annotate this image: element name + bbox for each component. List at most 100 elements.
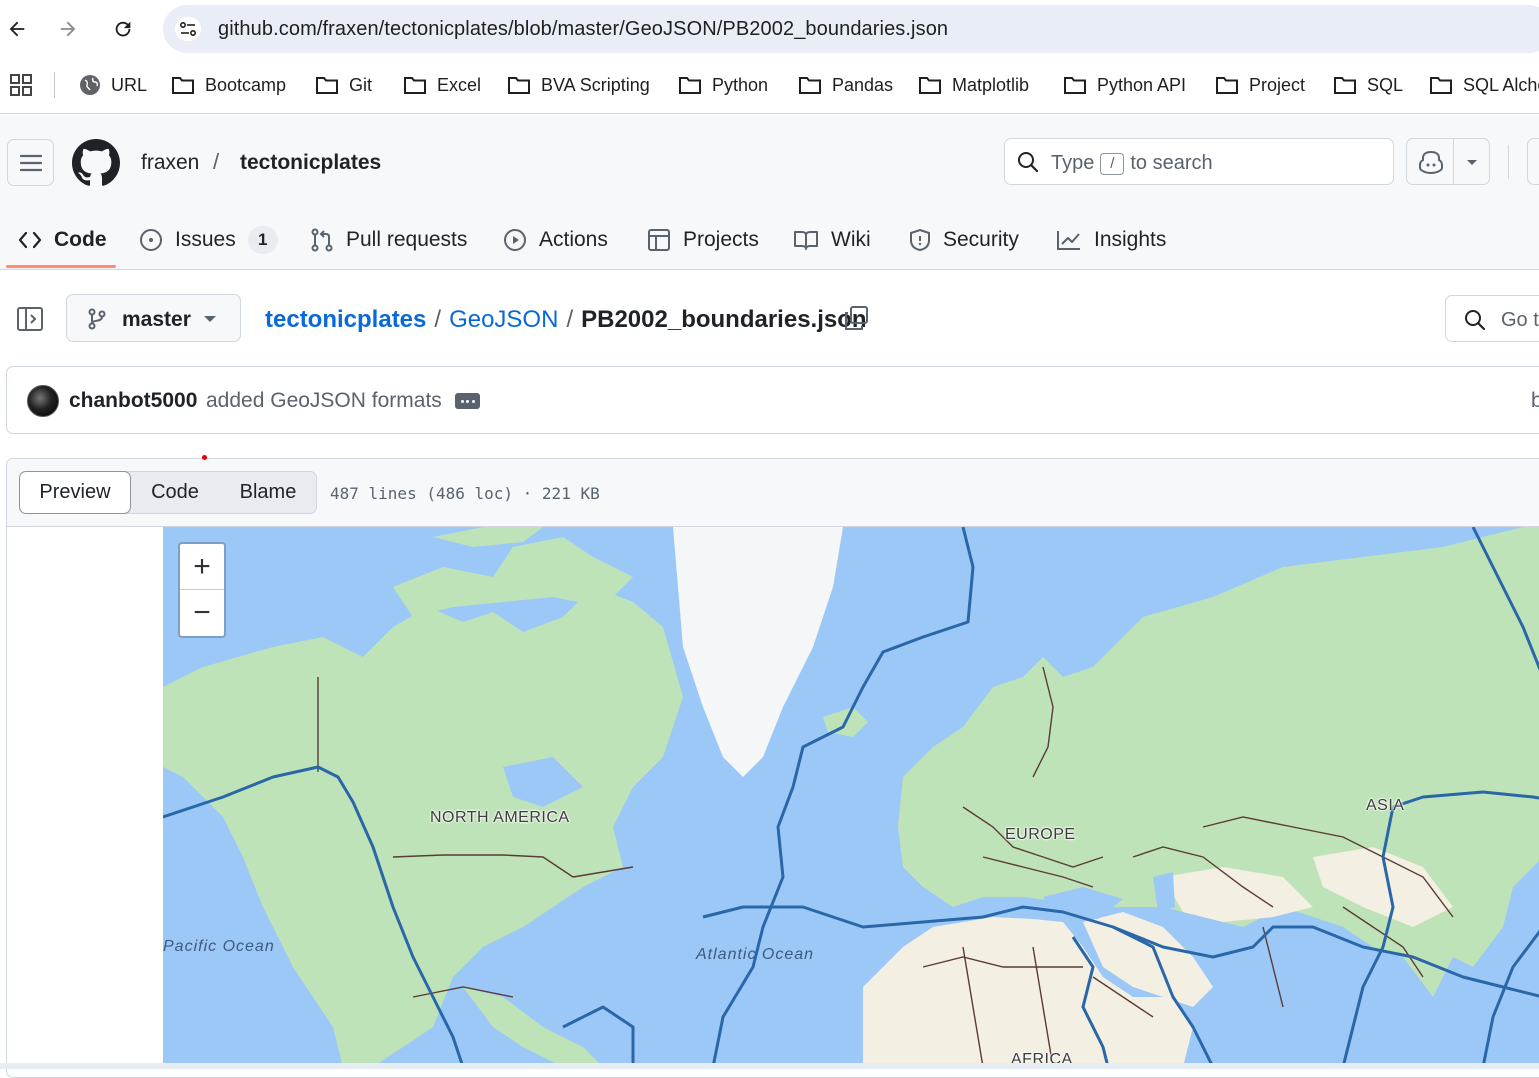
github-logo-icon[interactable] [72, 139, 120, 192]
sidebar-expand-icon [17, 307, 43, 331]
bookmark-folder[interactable]: BVA Scripting [507, 71, 650, 99]
branch-name: master [122, 308, 191, 331]
map-label-asia: ASIA [1366, 797, 1405, 814]
zoom-out-button[interactable]: − [180, 590, 224, 636]
folder-icon [1064, 77, 1086, 94]
active-tab-indicator [6, 265, 116, 268]
map-label-pacific: Pacific Ocean [163, 938, 275, 955]
breadcrumb-separator: / [434, 306, 442, 333]
branch-selector[interactable]: master [66, 294, 241, 342]
apps-grid-icon[interactable] [8, 72, 34, 103]
address-bar[interactable]: github.com/fraxen/tectonicplates/blob/ma… [163, 5, 1539, 53]
bookmark-folder[interactable]: Python [678, 71, 768, 99]
bookmark-folder[interactable]: Git [315, 71, 372, 99]
folder-icon [1216, 77, 1238, 94]
bookmark-folder[interactable]: Pandas [798, 71, 893, 99]
folder-icon [1334, 77, 1356, 94]
commit-author-link[interactable]: chanbot5000 [69, 389, 197, 413]
issues-count-badge: 1 [247, 226, 278, 254]
arrow-right-icon [60, 21, 76, 37]
reload-icon [115, 21, 131, 37]
breadcrumb-separator: / [566, 306, 574, 333]
reload-button[interactable] [108, 14, 138, 44]
bookmark-folder[interactable]: Python API [1063, 71, 1186, 99]
breadcrumb-folder-link[interactable]: GeoJSON [449, 306, 558, 334]
geojson-map[interactable]: NORTH AMERICA EUROPE ASIA AFRICA Pacific… [163, 527, 1539, 1067]
code-icon [18, 231, 42, 249]
folder-icon [316, 77, 338, 94]
issue-opened-icon [140, 229, 162, 251]
arrow-left-icon [9, 21, 25, 37]
latest-commit: chanbot5000 added GeoJSON formats b [6, 366, 1539, 434]
search-icon [1018, 152, 1039, 173]
go-to-file-placeholder: Go t [1501, 309, 1539, 331]
slash-key-hint: / [1100, 152, 1125, 175]
tab-issues[interactable]: Issues 1 [139, 211, 278, 269]
breadcrumb-repo-link[interactable]: tectonicplates [265, 306, 426, 334]
search-placeholder: Type / to search [1051, 152, 1213, 175]
bookmark-folder[interactable]: Excel [403, 71, 481, 99]
zoom-in-button[interactable]: + [180, 544, 224, 590]
folder-icon [919, 77, 941, 94]
folder-icon [172, 77, 194, 94]
avatar[interactable] [27, 385, 59, 417]
tab-code[interactable]: Code [18, 211, 107, 269]
bookmark-url[interactable]: URL [79, 71, 147, 99]
tab-actions[interactable]: Actions [503, 211, 608, 269]
tab-security[interactable]: Security [909, 211, 1019, 269]
copy-path-button[interactable] [843, 305, 869, 336]
globe-icon [80, 75, 100, 95]
folder-icon [679, 77, 701, 94]
copy-icon [845, 306, 868, 330]
tab-projects[interactable]: Projects [647, 211, 759, 269]
bookmarks-bar: URL Bootcamp Git Excel BVA Scripting Pyt… [0, 58, 1539, 114]
copilot-button[interactable] [1406, 138, 1490, 185]
table-icon [648, 229, 670, 251]
bookmark-folder[interactable]: Project [1215, 71, 1305, 99]
tab-pull-requests[interactable]: Pull requests [310, 211, 467, 269]
preview-button[interactable]: Preview [19, 471, 131, 514]
commit-details-button[interactable] [455, 393, 480, 409]
folder-icon [404, 77, 426, 94]
map-zoom-control: + − [178, 542, 226, 638]
folder-icon [508, 77, 530, 94]
go-to-file-input[interactable]: Go t [1445, 295, 1539, 342]
back-button[interactable] [2, 14, 32, 44]
copilot-icon [1419, 150, 1443, 174]
bookmark-folder[interactable]: SQL Alche [1429, 71, 1539, 99]
menu-button[interactable] [7, 139, 54, 186]
bookmark-folder[interactable]: Bootcamp [171, 71, 286, 99]
commit-message-link[interactable]: added GeoJSON formats [206, 389, 442, 413]
breadcrumb-current-file: PB2002_boundaries.json [581, 306, 867, 333]
map-label-europe: EUROPE [1005, 826, 1076, 843]
bookmark-folder[interactable]: SQL [1333, 71, 1403, 99]
copilot-divider [1453, 139, 1454, 184]
code-view-button[interactable]: Code [130, 472, 220, 513]
chevron-down-icon[interactable] [1465, 158, 1479, 168]
caret-down-icon [204, 316, 216, 322]
file-header: Preview Code Blame 487 lines (486 loc) ·… [7, 459, 1539, 527]
repo-nav-tabs: Code Issues 1 Pull requests Actions Proj… [0, 211, 1539, 269]
bookmark-folder[interactable]: Matplotlib [918, 71, 1029, 99]
search-icon [1465, 310, 1486, 331]
tab-insights[interactable]: Insights [1056, 211, 1166, 269]
repo-header: fraxen / tectonicplates Type / to search… [0, 115, 1539, 270]
repo-owner-link[interactable]: fraxen [141, 151, 199, 175]
commit-hash[interactable]: b [1531, 389, 1539, 413]
tab-wiki[interactable]: Wiki [793, 211, 871, 269]
map-label-north-america: NORTH AMERICA [430, 809, 570, 826]
map-label-atlantic: Atlantic Ocean [696, 946, 815, 963]
book-icon [794, 231, 818, 250]
header-divider [1508, 145, 1509, 179]
search-input[interactable]: Type / to search [1004, 138, 1394, 185]
forward-button[interactable] [53, 14, 83, 44]
site-settings-icon[interactable] [175, 17, 201, 41]
play-icon [504, 229, 526, 251]
git-branch-icon [88, 308, 106, 330]
repo-name-link[interactable]: tectonicplates [240, 151, 381, 175]
header-action-button[interactable] [1527, 138, 1539, 185]
view-mode-toggle: Preview Code Blame [19, 471, 317, 514]
repo-path-separator: / [213, 149, 220, 174]
file-tree-toggle[interactable] [16, 306, 44, 337]
blame-button[interactable]: Blame [220, 472, 316, 513]
